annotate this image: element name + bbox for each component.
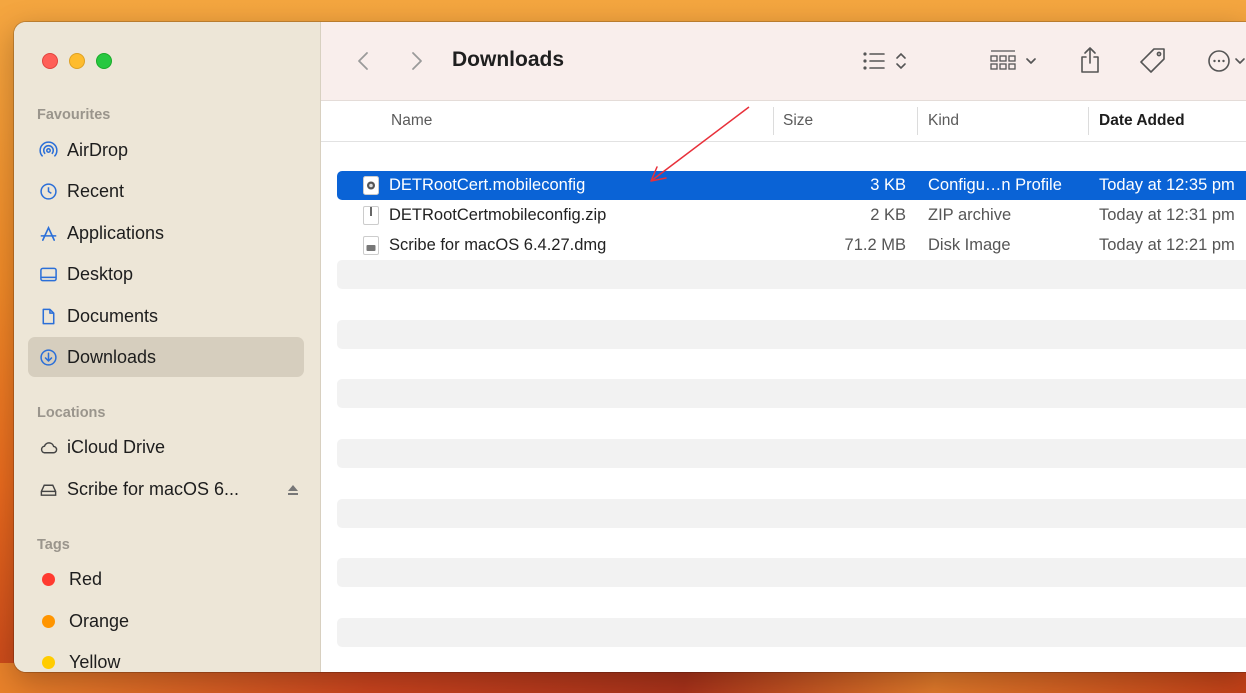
file-date: Today at 12:31 pm <box>1099 206 1235 224</box>
group-button[interactable] <box>985 46 1047 76</box>
empty-row <box>337 499 1246 528</box>
sidebar-item-documents[interactable]: Documents <box>28 296 304 336</box>
sidebar-item-label: Documents <box>67 305 159 326</box>
desktop-icon <box>38 264 58 284</box>
sidebar-item-applications[interactable]: Applications <box>28 213 304 253</box>
column-date-added-header[interactable]: Date Added <box>1099 112 1185 130</box>
file-name: DETRootCertmobileconfig.zip <box>389 206 607 224</box>
minimize-window-button[interactable] <box>69 53 85 69</box>
tag-icon <box>1140 48 1165 73</box>
locations-heading: Locations <box>37 405 106 421</box>
window-title: Downloads <box>452 48 565 71</box>
sidebar-item-label: Red <box>69 568 103 589</box>
file-name: DETRootCert.mobileconfig <box>389 176 586 194</box>
profile-file-icon <box>363 176 379 195</box>
list-view-icon <box>863 52 906 70</box>
group-icon <box>990 50 1036 70</box>
tag-button[interactable] <box>1136 44 1170 78</box>
sidebar-item-tag-yellow[interactable]: Yellow <box>28 642 304 672</box>
cloud-icon <box>38 437 58 457</box>
sidebar-item-label: Applications <box>67 222 165 243</box>
window-controls <box>42 53 112 69</box>
sidebar-item-tag-orange[interactable]: Orange <box>28 601 304 641</box>
more-icon <box>1208 50 1245 72</box>
file-kind: Disk Image <box>928 236 1011 254</box>
zip-file-icon <box>363 206 379 225</box>
zoom-window-button[interactable] <box>96 53 112 69</box>
yellow-tag-icon <box>42 655 55 669</box>
column-divider[interactable] <box>773 107 774 135</box>
view-options-button[interactable] <box>861 49 917 73</box>
share-button[interactable] <box>1076 44 1104 76</box>
favourites-heading: Favourites <box>37 107 111 123</box>
file-size: 71.2 MB <box>844 236 906 254</box>
back-button[interactable] <box>353 48 373 74</box>
file-kind: ZIP archive <box>928 206 1012 224</box>
sidebar-item-label: Scribe for macOS 6... <box>67 478 240 499</box>
file-size: 3 KB <box>870 176 906 194</box>
sidebar-item-label: Recent <box>67 180 125 201</box>
column-divider[interactable] <box>917 107 918 135</box>
sidebar-item-icloud-drive[interactable]: iCloud Drive <box>28 427 304 467</box>
table-row[interactable]: Scribe for macOS 6.4.27.dmg 71.2 MB Disk… <box>337 231 1246 260</box>
more-actions-button[interactable] <box>1206 46 1246 76</box>
finder-window: Favourites AirDrop Recent Applications D… <box>14 22 1246 672</box>
table-row[interactable]: DETRootCertmobileconfig.zip 2 KB ZIP arc… <box>337 201 1246 230</box>
disk-image-file-icon <box>363 236 379 255</box>
sidebar-item-label: Desktop <box>67 263 134 284</box>
file-date: Today at 12:35 pm <box>1099 176 1235 194</box>
download-icon <box>38 347 58 367</box>
sidebar-item-label: Orange <box>69 610 130 631</box>
sidebar-item-label: Yellow <box>69 651 121 672</box>
file-date: Today at 12:21 pm <box>1099 236 1235 254</box>
orange-tag-icon <box>42 614 55 628</box>
file-kind: Configu…n Profile <box>928 176 1062 194</box>
empty-row <box>337 558 1246 587</box>
column-divider[interactable] <box>1088 107 1089 135</box>
chevron-right-icon <box>412 52 422 70</box>
clock-icon <box>38 181 58 201</box>
sidebar-item-recent[interactable]: Recent <box>28 171 304 211</box>
sidebar-item-downloads[interactable]: Downloads <box>28 337 304 377</box>
empty-row <box>337 379 1246 408</box>
disk-icon <box>38 479 58 499</box>
applications-icon <box>38 223 58 243</box>
forward-button[interactable] <box>407 48 427 74</box>
tags-heading: Tags <box>37 537 70 553</box>
empty-row <box>337 618 1246 647</box>
sidebar-item-label: Downloads <box>67 346 157 367</box>
sidebar-item-desktop[interactable]: Desktop <box>28 254 304 294</box>
empty-row <box>337 439 1246 468</box>
sidebar-item-airdrop[interactable]: AirDrop <box>28 130 304 170</box>
column-kind-header[interactable]: Kind <box>928 112 959 130</box>
sidebar-item-label: iCloud Drive <box>67 436 166 457</box>
close-window-button[interactable] <box>42 53 58 69</box>
file-name: Scribe for macOS 6.4.27.dmg <box>389 236 607 254</box>
sidebar-item-scribe-disk[interactable]: Scribe for macOS 6... <box>28 469 304 509</box>
eject-icon[interactable] <box>286 483 300 497</box>
sidebar: Favourites AirDrop Recent Applications D… <box>14 22 321 672</box>
share-icon <box>1081 47 1099 73</box>
column-header: Name Size Kind Date Added <box>321 101 1246 142</box>
empty-row <box>337 320 1246 349</box>
annotation-arrow-icon <box>650 106 750 182</box>
column-name-header[interactable]: Name <box>391 112 432 130</box>
column-size-header[interactable]: Size <box>783 112 813 130</box>
chevron-left-icon <box>358 52 368 70</box>
sidebar-item-label: AirDrop <box>67 139 129 160</box>
red-tag-icon <box>42 572 55 586</box>
document-icon <box>38 306 58 326</box>
sidebar-item-tag-red[interactable]: Red <box>28 559 304 599</box>
file-list: Name Size Kind Date Added DETRootCert.mo… <box>321 101 1246 672</box>
empty-row <box>337 260 1246 289</box>
file-size: 2 KB <box>870 206 906 224</box>
toolbar: Downloads <box>321 22 1246 101</box>
airdrop-icon <box>38 140 58 160</box>
table-row[interactable]: DETRootCert.mobileconfig 3 KB Configu…n … <box>337 171 1246 200</box>
